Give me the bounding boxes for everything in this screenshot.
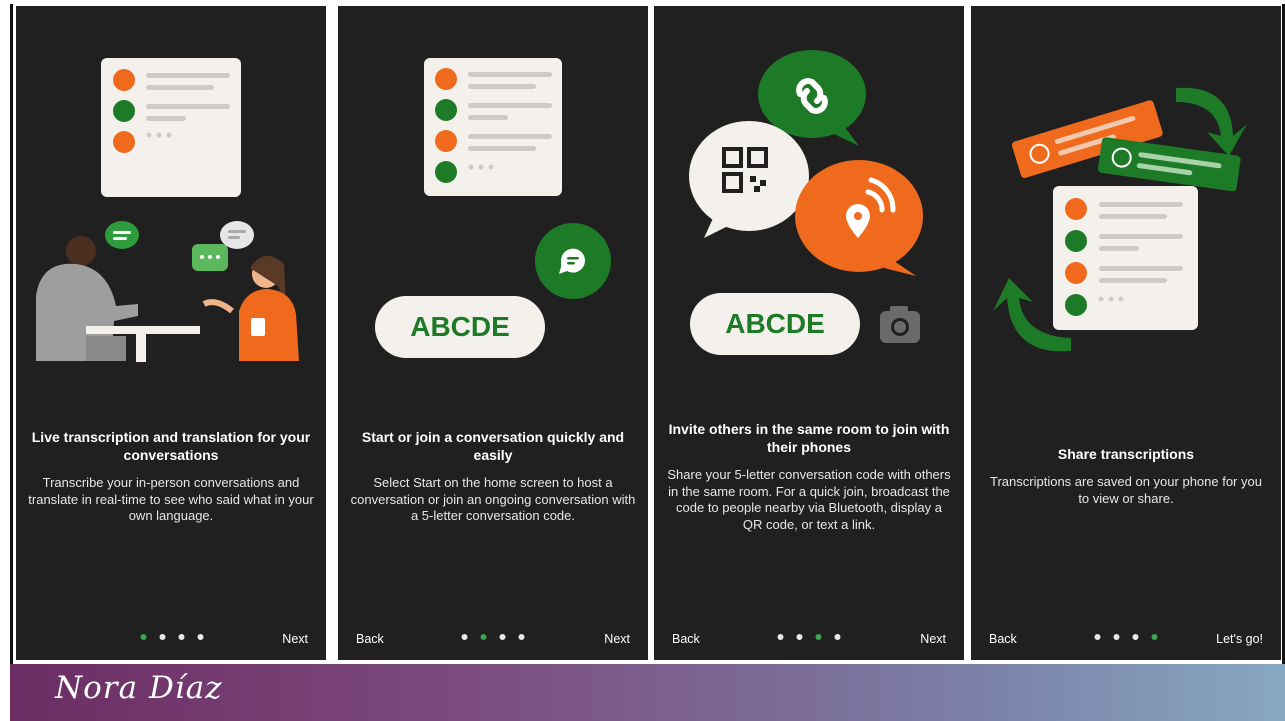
page-dot-active [1151, 634, 1158, 640]
page-dot [461, 634, 468, 640]
screen-description: Share your 5-letter conversation code wi… [667, 467, 951, 532]
screen-description: Transcribe your in-person conversations … [28, 475, 314, 523]
page-dot-active [815, 634, 822, 640]
page-indicator [1094, 634, 1158, 640]
lets-go-button[interactable]: Let's go! [1216, 632, 1263, 646]
next-button[interactable]: Next [604, 632, 630, 646]
onboarding-screen-1: Live transcription and translation for y… [16, 6, 326, 660]
back-button[interactable]: Back [989, 632, 1017, 646]
page-indicator [777, 634, 841, 640]
frame-left [10, 4, 13, 664]
page-dot [1094, 634, 1101, 640]
conversation-code: ABCDE [410, 311, 510, 342]
page-dot [796, 634, 803, 640]
link-icon [758, 50, 866, 138]
page-indicator [140, 634, 204, 640]
back-button[interactable]: Back [356, 632, 384, 646]
page-indicator [461, 634, 525, 640]
screen-description: Transcriptions are saved on your phone f… [990, 474, 1262, 506]
page-dot [518, 634, 525, 640]
onboarding-screen-4: Share transcriptions Transcriptions are … [971, 6, 1281, 660]
page-dot-active [140, 634, 147, 640]
onboarding-screen-2: ABCDE Start or join a conversation quick… [338, 6, 648, 660]
page-dot [499, 634, 506, 640]
page-dot [777, 634, 784, 640]
refresh-arrow-icon [1176, 87, 1247, 156]
signature: Nora Díaz [55, 670, 223, 706]
next-button[interactable]: Next [920, 632, 946, 646]
screen-title: Share transcriptions [1057, 446, 1195, 462]
page-dot-active [480, 634, 487, 640]
page-dot [159, 634, 166, 640]
screen-title: Start or join a conversation quickly and… [361, 429, 625, 463]
page-dot [834, 634, 841, 640]
page-dot [178, 634, 185, 640]
back-button[interactable]: Back [672, 632, 700, 646]
camera-icon [880, 306, 920, 343]
conversation-code: ABCDE [725, 308, 825, 339]
illustration-conversation [36, 58, 299, 362]
page-dot [1113, 634, 1120, 640]
next-button[interactable]: Next [282, 632, 308, 646]
onboarding-screen-3: ABCDE Invite others in the same room to … [654, 6, 964, 660]
screen-description: Select Start on the home screen to host … [350, 475, 636, 523]
illustration-share [993, 87, 1247, 352]
screen-title: Invite others in the same room to join w… [668, 421, 950, 455]
screen-title: Live transcription and translation for y… [31, 429, 311, 463]
qr-code-icon [689, 121, 809, 231]
chat-bubble-icon [105, 221, 139, 249]
page-dot [1132, 634, 1139, 640]
page-dot [197, 634, 204, 640]
footer-banner: Nora Díaz [10, 664, 1285, 721]
